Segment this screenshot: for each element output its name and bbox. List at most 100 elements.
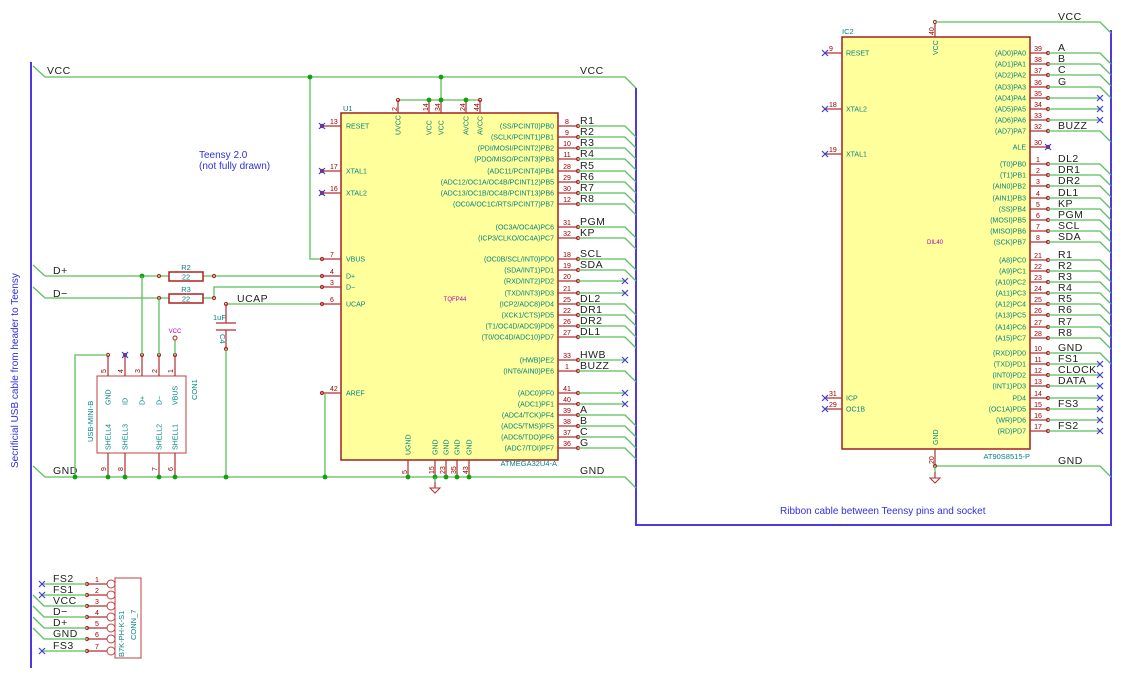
- pin-number: 36: [1034, 80, 1042, 87]
- pin-name: (MISO)PB6: [990, 229, 1026, 236]
- pin-name: (INT6/AIN0)PE6: [503, 369, 554, 376]
- vcc-wire: [32, 65, 637, 89]
- pin-name: (T0/OC4D/ADC10)PD7: [482, 335, 554, 342]
- pin-number: 37: [1034, 68, 1042, 75]
- pin-number: 9: [101, 467, 108, 471]
- pin-name: (INT1)PD3: [993, 384, 1027, 391]
- net-label: G: [1058, 76, 1067, 88]
- pin-number: 36: [563, 441, 571, 448]
- pin-socket-icon: [106, 623, 116, 633]
- junction-dot: [307, 74, 313, 80]
- net-label: GND: [53, 628, 78, 640]
- pin-number: 1: [168, 369, 175, 373]
- ground-icon: [428, 487, 442, 494]
- pin-number: 15: [1034, 402, 1042, 409]
- pin-number: 16: [330, 186, 338, 193]
- net-wire: [578, 370, 637, 383]
- net-label: FS2: [1058, 420, 1079, 432]
- net-label-gnd: GND: [580, 465, 605, 477]
- net-label: G: [580, 437, 589, 449]
- pin-number: 9: [565, 130, 569, 137]
- ic2-vcc-wire: [935, 21, 1112, 34]
- pin-number: 7: [95, 644, 99, 651]
- pin-number: 20: [929, 456, 936, 464]
- net-label: R6: [1058, 304, 1072, 316]
- pin-name: (ADC13/OC1B/OC4B/PCINT13)PB6: [441, 191, 554, 198]
- teensy-note-sub: (not fully drawn): [199, 161, 270, 172]
- pin-number: 43: [463, 466, 470, 474]
- pin-name: (RXD/INT2)PD2: [504, 279, 554, 286]
- net-label: FS3: [1058, 398, 1079, 410]
- pin-number: 31: [829, 391, 837, 398]
- pin-number: 4: [95, 610, 99, 617]
- junction-dot: [466, 474, 472, 480]
- pin-name: GND: [444, 439, 451, 455]
- net-label-dminus: D−: [53, 288, 68, 300]
- schematic-canvas: Secrificial USB cable from header to Tee…: [10, 11, 1112, 668]
- pin-name: (A8)PC0: [999, 258, 1026, 265]
- net-label-vcc: VCC: [47, 65, 71, 77]
- junction-dot: [454, 474, 460, 480]
- pin-name: (AD4)PA4: [995, 96, 1026, 103]
- u1-value: ATMEGA32U4-A: [500, 459, 557, 468]
- pin-number: 2: [95, 588, 99, 595]
- junction-dot: [405, 474, 411, 480]
- net-wire: [578, 203, 637, 216]
- pin-name: D−: [346, 285, 355, 292]
- pin-name: (SCK)PB7: [994, 240, 1026, 247]
- pin-number: 40: [929, 27, 936, 35]
- pin-number: 39: [563, 408, 571, 415]
- pin-name: (OC0B/SCL/INT0)PD0: [484, 257, 554, 264]
- pin-number: 29: [563, 175, 571, 182]
- pin-name: (T0)PB0: [1000, 162, 1026, 169]
- net-label: DL1: [580, 326, 601, 338]
- pin-name: (RXD)PD0: [993, 351, 1026, 358]
- pin-name: GND: [455, 439, 462, 455]
- net-label-dplus: D+: [53, 265, 68, 277]
- ic2-reference: IC2: [842, 27, 854, 36]
- pin-name: RESET: [346, 124, 370, 131]
- pin-name: (ADC4/TCK)PF4: [502, 413, 554, 420]
- pin-name: XTAL1: [846, 152, 867, 159]
- junction-dot: [443, 474, 449, 480]
- pin-number: 35: [1034, 91, 1042, 98]
- pin-number: 28: [563, 164, 571, 171]
- pin-number: 29: [829, 402, 837, 409]
- pin-number: 2: [152, 369, 159, 373]
- pin-name: (RD)PD7: [998, 429, 1026, 436]
- pin-number: 14: [1034, 391, 1042, 398]
- pin-name: SHELL3: [123, 424, 130, 450]
- pin-name: (OC1A)PD5: [989, 407, 1026, 414]
- pin-name: (A11)PC3: [996, 291, 1026, 298]
- pin-number: 4: [330, 269, 334, 276]
- pin-name: XTAL2: [846, 107, 867, 114]
- pin-number: 19: [563, 263, 571, 270]
- pin-socket-icon: [106, 579, 116, 589]
- pin-name: (ADC12/OC1A/OC4B/PCINT12)PB5: [441, 180, 554, 187]
- pin-number: 5: [95, 621, 99, 628]
- pin-number: 15: [429, 466, 436, 474]
- pin-name: (ICP2/ADC8)PD4: [500, 302, 555, 309]
- power-vcc-icon: [172, 335, 178, 341]
- ic2-gnd-wire: [935, 465, 1112, 478]
- pin-number: 31: [563, 220, 571, 227]
- pin-name: UVCC: [396, 115, 403, 135]
- pin-number: 1: [95, 577, 99, 584]
- pin-name: (ADC11/PCINT4)PB4: [487, 169, 554, 176]
- pin-number: 42: [330, 386, 338, 393]
- pin-name: (ADC5/TMS)PF5: [501, 424, 554, 431]
- pin-socket-icon: [106, 601, 116, 611]
- bus-entry: [32, 286, 46, 299]
- r3-reference: R3: [181, 285, 191, 294]
- net-label: DATA: [1058, 375, 1086, 387]
- pin-name: (ICP3/CLKO/OC4A)PC7: [478, 236, 554, 243]
- pin-socket-icon: [106, 634, 116, 644]
- pin-number: 10: [1034, 346, 1042, 353]
- pin-number: 2: [392, 107, 399, 111]
- pin-number: 7: [152, 467, 159, 471]
- pin-name: (INT0)PD2: [993, 373, 1027, 380]
- pin-number: 32: [563, 231, 571, 238]
- pin-name: SHELL4: [106, 424, 113, 450]
- pin-number: 34: [1034, 102, 1042, 109]
- schematic-sheet: Secrificial USB cable from header to Tee…: [0, 0, 1131, 690]
